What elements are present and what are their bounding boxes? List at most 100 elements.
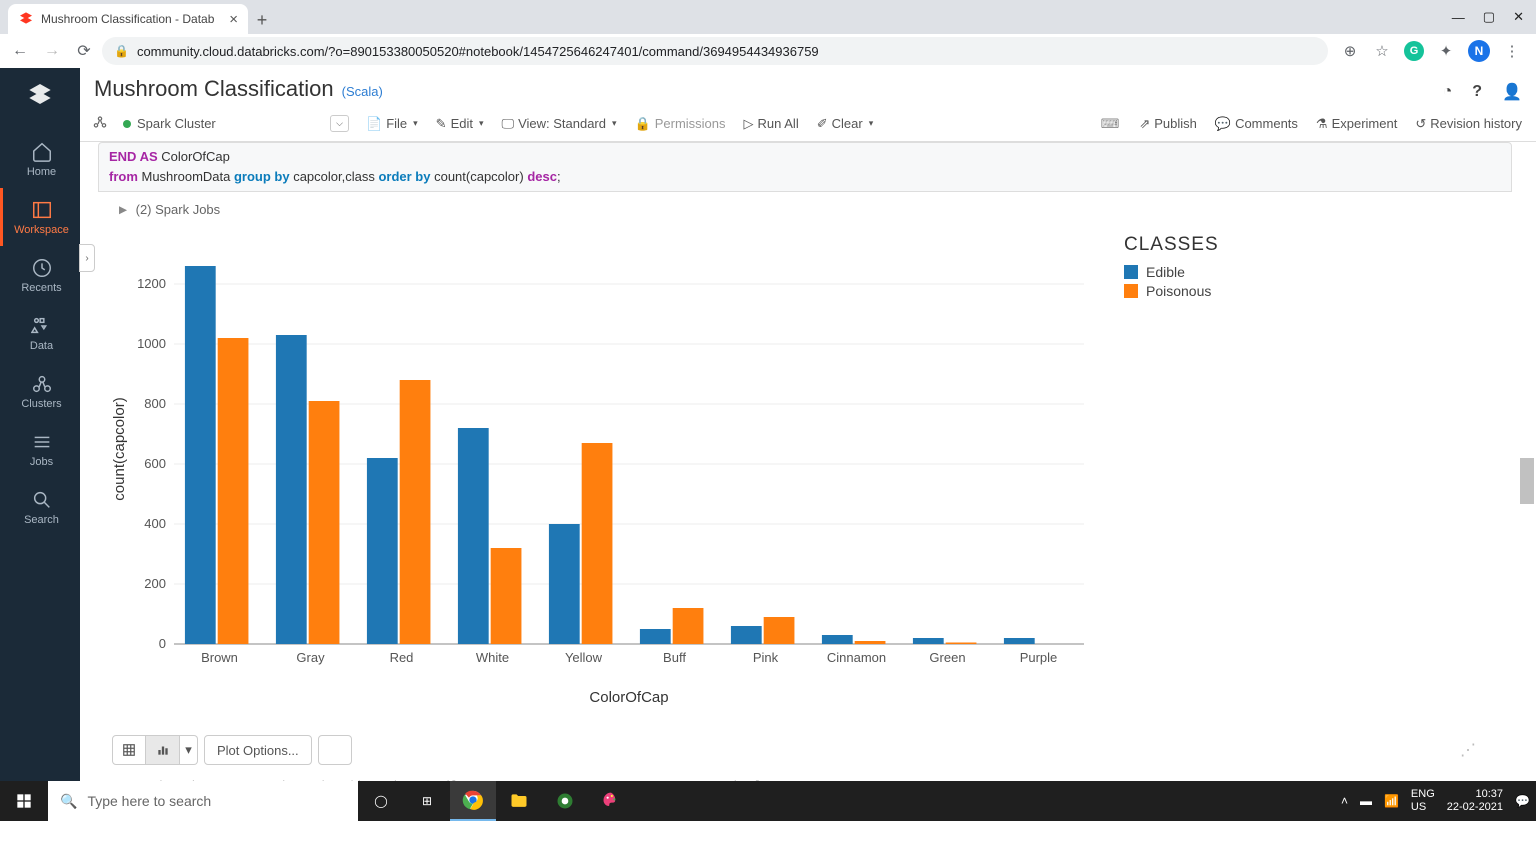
search-icon: 🔍 [60, 793, 77, 810]
legend-item[interactable]: Poisonous [1124, 283, 1219, 299]
comments-button[interactable]: 💬 Comments [1207, 112, 1306, 136]
sidebar-item-clusters[interactable]: Clusters [0, 362, 80, 420]
notebook-header: Mushroom Classification (Scala) ◔ ? 👤 [80, 68, 1536, 106]
sidebar-item-search[interactable]: Search [0, 478, 80, 536]
language-indicator[interactable]: ENGUS [1411, 788, 1435, 813]
view-menu[interactable]: 🖵 View: Standard▾ [494, 112, 625, 136]
address-bar[interactable]: 🔒 community.cloud.databricks.com/?o=8901… [102, 37, 1328, 65]
chart-area: 020040060080010001200BrownGrayRedWhiteYe… [94, 224, 1516, 719]
chart-plot[interactable]: 020040060080010001200BrownGrayRedWhiteYe… [104, 234, 1094, 719]
file-menu[interactable]: 📄 File▾ [358, 112, 426, 136]
svg-text:0: 0 [159, 636, 166, 651]
main-area: Mushroom Classification (Scala) ◔ ? 👤 Sp… [80, 68, 1536, 781]
browser-tab[interactable]: Mushroom Classification - Datab × [8, 4, 248, 34]
svg-text:count(capcolor): count(capcolor) [111, 398, 128, 501]
help-icon[interactable]: ? [1472, 83, 1482, 101]
windows-taskbar: 🔍 Type here to search ◯ ⊞ ˄ ▬ 📶 ENGUS 10… [0, 781, 1536, 821]
legend-label: Poisonous [1146, 283, 1211, 299]
notebook-content[interactable]: END AS ColorOfCap from MushroomData grou… [80, 142, 1536, 781]
clear-menu[interactable]: ✐ Clear▾ [809, 112, 882, 136]
cluster-status-dot [123, 120, 131, 128]
svg-text:Brown: Brown [201, 650, 238, 665]
sidebar-label: Workspace [14, 224, 69, 236]
url-text: community.cloud.databricks.com/?o=890153… [137, 44, 819, 59]
download-button[interactable] [318, 735, 352, 765]
result-toolbar: ▾ Plot Options... ⋰ [94, 719, 1516, 771]
sidebar-item-workspace[interactable]: Workspace [0, 188, 80, 246]
sidebar-label: Recents [21, 282, 61, 294]
chart-type-dropdown[interactable]: ▾ [180, 735, 198, 765]
spark-jobs-toggle[interactable]: ▶ (2) Spark Jobs [94, 192, 1516, 224]
cluster-selector[interactable]: Spark Cluster ⌵ [116, 112, 356, 135]
address-row: ← → ⟳ 🔒 community.cloud.databricks.com/?… [0, 34, 1536, 68]
minimize-icon[interactable]: — [1452, 10, 1465, 25]
code-cell[interactable]: END AS ColorOfCap from MushroomData grou… [98, 142, 1512, 192]
bar-chart-svg: 020040060080010001200BrownGrayRedWhiteYe… [104, 234, 1094, 714]
schedule-icon[interactable]: ◔ [1443, 83, 1453, 101]
star-icon[interactable]: ☆ [1372, 41, 1392, 61]
chart-view-button[interactable] [146, 735, 180, 765]
extensions-icon[interactable]: ✦ [1436, 41, 1456, 61]
resize-handle-icon[interactable]: ⋰ [1460, 740, 1516, 760]
publish-button[interactable]: ⇗ Publish [1131, 112, 1205, 136]
sidebar-label: Jobs [30, 456, 53, 468]
close-window-icon[interactable]: ✕ [1513, 9, 1524, 25]
triangle-right-icon: ▶ [119, 204, 127, 217]
svg-text:800: 800 [144, 396, 166, 411]
command-status: Command took 0.56 seconds -- by ubhavesh… [94, 771, 1516, 781]
search-placeholder: Type here to search [87, 793, 211, 809]
battery-icon[interactable]: ▬ [1360, 794, 1372, 808]
experiment-button[interactable]: ⚗ Experiment [1308, 112, 1405, 136]
cortana-icon[interactable]: ◯ [358, 781, 404, 821]
revision-history-button[interactable]: ↺ Revision history [1407, 112, 1530, 136]
permissions-button[interactable]: 🔒 Permissions [627, 112, 734, 136]
plot-options-button[interactable]: Plot Options... [204, 735, 312, 765]
notifications-icon[interactable]: 💬 [1515, 794, 1530, 808]
taskbar-search[interactable]: 🔍 Type here to search [48, 781, 358, 821]
browser-chrome: Mushroom Classification - Datab × + — ▢ … [0, 0, 1536, 68]
svg-text:ColorOfCap: ColorOfCap [589, 689, 668, 706]
taskbar-clock[interactable]: 10:3722-02-2021 [1447, 788, 1503, 814]
app-icon-1[interactable] [542, 781, 588, 821]
svg-text:Buff: Buff [663, 650, 686, 665]
profile-avatar[interactable]: N [1468, 40, 1490, 62]
svg-text:Gray: Gray [296, 650, 325, 665]
svg-text:Red: Red [390, 650, 414, 665]
maximize-icon[interactable]: ▢ [1483, 9, 1495, 25]
sidebar-item-data[interactable]: Data [0, 304, 80, 362]
sidebar-item-home[interactable]: Home [0, 130, 80, 188]
notebook-language[interactable]: (Scala) [342, 84, 383, 99]
system-tray: ˄ ▬ 📶 ENGUS 10:3722-02-2021 💬 [1341, 788, 1536, 814]
scrollbar-thumb[interactable] [1520, 458, 1534, 504]
edit-menu[interactable]: ✎ Edit▾ [428, 112, 492, 136]
sidebar-item-recents[interactable]: Recents [0, 246, 80, 304]
chrome-icon[interactable] [450, 781, 496, 821]
window-controls: — ▢ ✕ [1452, 0, 1536, 34]
table-view-button[interactable] [112, 735, 146, 765]
kebab-menu-icon[interactable]: ⋮ [1502, 41, 1522, 61]
run-all-button[interactable]: ▷ Run All [736, 112, 807, 136]
wifi-icon[interactable]: 📶 [1384, 794, 1399, 808]
explorer-icon[interactable] [496, 781, 542, 821]
keyboard-icon[interactable]: ⌨ [1091, 116, 1130, 132]
sidebar-label: Data [30, 340, 53, 352]
svg-text:600: 600 [144, 456, 166, 471]
back-button[interactable]: ← [6, 37, 34, 65]
new-tab-button[interactable]: + [248, 6, 276, 34]
tray-chevron-icon[interactable]: ˄ [1341, 794, 1348, 808]
task-view-icon[interactable]: ⊞ [404, 781, 450, 821]
grammarly-icon[interactable]: G [1404, 41, 1424, 61]
databricks-favicon [18, 11, 34, 27]
spark-jobs-label: (2) Spark Jobs [136, 202, 221, 217]
view-type-group: ▾ [112, 735, 198, 765]
start-button[interactable] [0, 781, 48, 821]
sidebar-item-jobs[interactable]: Jobs [0, 420, 80, 478]
zoom-icon[interactable]: ⊕ [1340, 41, 1360, 61]
legend-item[interactable]: Edible [1124, 264, 1219, 280]
tab-close-icon[interactable]: × [229, 11, 238, 28]
reload-button[interactable]: ⟳ [70, 37, 98, 65]
user-icon[interactable]: 👤 [1502, 82, 1522, 102]
forward-button[interactable]: → [38, 37, 66, 65]
databricks-logo[interactable] [24, 80, 56, 112]
paint-icon[interactable] [588, 781, 634, 821]
